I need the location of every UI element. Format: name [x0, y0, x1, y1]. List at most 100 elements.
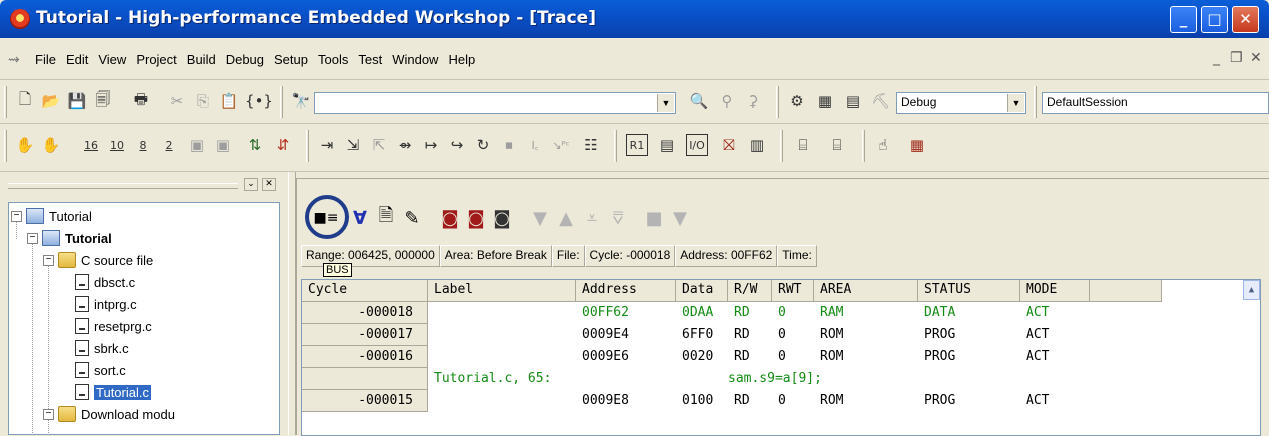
- column-header-data[interactable]: Data: [676, 280, 728, 302]
- step-in-icon[interactable]: ⇥: [316, 134, 338, 156]
- pane-splitter[interactable]: [288, 172, 296, 435]
- step-over-icon[interactable]: ⇲: [342, 134, 364, 156]
- step-dialog-icon[interactable]: ☷: [580, 134, 602, 156]
- menu-item-debug[interactable]: Debug: [221, 52, 269, 67]
- maximize-button[interactable]: □: [1201, 6, 1228, 33]
- find-icon[interactable]: 🔭: [290, 90, 312, 112]
- copy-icon[interactable]: ⎘: [192, 90, 214, 112]
- radix-16-button[interactable]: 16: [80, 134, 102, 156]
- menu-item-view[interactable]: View: [93, 52, 131, 67]
- toolbar-grip[interactable]: [280, 86, 283, 118]
- document-icon[interactable]: 🗎: [373, 205, 399, 231]
- memory-icon[interactable]: ▣: [186, 134, 208, 156]
- column-header-status[interactable]: STATUS: [918, 280, 1020, 302]
- column-header-rw[interactable]: R/W: [728, 280, 772, 302]
- minimize-button[interactable]: _: [1170, 6, 1197, 33]
- table-row[interactable]: -000016 0009E6 0020 RD 0 ROM PROG ACT: [302, 346, 1090, 368]
- step-out-icon[interactable]: ⇱: [368, 134, 390, 156]
- radix-10-button[interactable]: 10: [106, 134, 128, 156]
- radix-8-button[interactable]: 8: [132, 134, 154, 156]
- table-row[interactable]: -000015 0009E8 0100 RD 0 ROM PROG ACT: [302, 390, 1090, 412]
- session-combo[interactable]: DefaultSession: [1042, 92, 1269, 114]
- column-header-area[interactable]: AREA: [814, 280, 918, 302]
- io-icon[interactable]: I/O: [686, 134, 708, 156]
- stop-icon[interactable]: ⏹: [498, 134, 520, 156]
- pc-icon[interactable]: I꜀: [524, 134, 546, 156]
- reset-go-icon[interactable]: ⇅: [244, 134, 266, 156]
- column-header-mode[interactable]: MODE: [1020, 280, 1090, 302]
- column-header-cycle[interactable]: Cycle: [302, 280, 428, 302]
- tree-node-file[interactable]: intprg.c: [75, 293, 137, 315]
- trace-window-icon[interactable]: ⌸: [792, 134, 814, 156]
- table-row[interactable]: -000017 0009E4 6FF0 RD 0 ROM PROG ACT: [302, 324, 1090, 346]
- batch-build-icon[interactable]: ▤: [842, 90, 864, 112]
- find-next-icon[interactable]: 🔍: [688, 90, 710, 112]
- page-bottom-icon[interactable]: ⩢: [605, 205, 631, 231]
- menu-item-test[interactable]: Test: [353, 52, 387, 67]
- print-icon[interactable]: 🖶: [130, 90, 152, 112]
- tree-node-download-folder[interactable]: − Download modu: [43, 403, 175, 425]
- tree-node-workspace[interactable]: − Tutorial: [11, 205, 92, 227]
- radix-2-button[interactable]: 2: [158, 134, 180, 156]
- menu-item-setup[interactable]: Setup: [269, 52, 313, 67]
- source-line-row[interactable]: Tutorial.c, 65: sam.s9=a[9];: [302, 368, 928, 390]
- registers-icon[interactable]: R1: [626, 134, 648, 156]
- collapse-icon[interactable]: −: [43, 254, 54, 266]
- hand-pointer-icon[interactable]: ☝: [872, 134, 894, 156]
- trace-grid[interactable]: Cycle Label Address Data R/W RWT AREA ST…: [301, 279, 1261, 436]
- go-icon[interactable]: ⇵: [272, 134, 294, 156]
- watch-icon[interactable]: ▥: [746, 134, 768, 156]
- menu-item-build[interactable]: Build: [182, 52, 221, 67]
- event-icon[interactable]: ⛝: [718, 134, 740, 156]
- expand-icon[interactable]: −: [43, 408, 54, 420]
- find-combo[interactable]: ▼: [314, 92, 676, 114]
- column-header-address[interactable]: Address: [576, 280, 676, 302]
- save-icon[interactable]: 💾: [66, 90, 88, 112]
- save-all-icon[interactable]: 🗐: [92, 90, 114, 112]
- stop-trace-icon[interactable]: ■: [641, 205, 667, 231]
- replace-icon[interactable]: ⚳: [742, 90, 764, 112]
- build-icon[interactable]: ⚙: [786, 90, 808, 112]
- hand-icon[interactable]: ✋: [14, 134, 36, 156]
- scroll-up-button[interactable]: ▲: [1243, 280, 1260, 300]
- menu-item-window[interactable]: Window: [387, 52, 443, 67]
- tree-node-file[interactable]: sbrk.c: [75, 337, 129, 359]
- workspace-menu-button[interactable]: ⌄: [244, 178, 258, 191]
- acquire-icon[interactable]: ◙: [437, 205, 463, 231]
- collapse-icon[interactable]: −: [11, 210, 22, 222]
- mdi-minimize-button[interactable]: _: [1213, 50, 1220, 66]
- memory-window-icon[interactable]: ▤: [656, 134, 678, 156]
- dropdown-icon[interactable]: ▼: [667, 205, 693, 231]
- pencil-icon[interactable]: ✎: [399, 205, 425, 231]
- cut-icon[interactable]: ✂: [166, 90, 188, 112]
- menu-item-project[interactable]: Project: [131, 52, 181, 67]
- tree-node-file-selected[interactable]: Tutorial.c: [75, 381, 151, 403]
- step-icon[interactable]: ⇴: [394, 134, 416, 156]
- mdi-window-icon[interactable]: ⇝: [8, 52, 20, 68]
- table-row[interactable]: -000018 00FF62 0DAA RD 0 RAM DATA ACT: [302, 302, 1090, 324]
- restart-icon[interactable]: ◙: [489, 205, 515, 231]
- trace-acquisition-icon[interactable]: ⌸: [826, 134, 848, 156]
- new-file-icon[interactable]: 🗋: [14, 90, 36, 112]
- memory-fill-icon[interactable]: ▣: [212, 134, 234, 156]
- page-down-icon[interactable]: ⩡: [579, 205, 605, 231]
- toolbar-grip[interactable]: [780, 130, 783, 162]
- chevron-down-icon[interactable]: ▼: [657, 94, 674, 112]
- coverage-icon[interactable]: ▦: [906, 134, 928, 156]
- close-button[interactable]: ✕: [1232, 6, 1259, 33]
- set-pc-icon[interactable]: ↻: [472, 134, 494, 156]
- toolbar-grip[interactable]: [4, 130, 7, 162]
- chevron-down-icon[interactable]: ▼: [1007, 94, 1024, 112]
- stop-build-icon[interactable]: ⛏: [870, 90, 892, 112]
- tree-node-file[interactable]: sort.c: [75, 359, 126, 381]
- toolbar-grip[interactable]: [306, 130, 309, 162]
- run-to-cursor-icon[interactable]: ↦: [420, 134, 442, 156]
- toolbar-grip[interactable]: [862, 130, 865, 162]
- mdi-restore-button[interactable]: ❐: [1230, 50, 1243, 66]
- hand-stop-icon[interactable]: ✋: [40, 134, 62, 156]
- column-header-rwt[interactable]: RWT: [772, 280, 814, 302]
- filter-icon[interactable]: ∀: [347, 205, 373, 231]
- menu-item-edit[interactable]: Edit: [61, 52, 93, 67]
- open-folder-icon[interactable]: 📂: [40, 90, 62, 112]
- display-pc-icon[interactable]: ↘ᴾᶜ: [550, 134, 572, 156]
